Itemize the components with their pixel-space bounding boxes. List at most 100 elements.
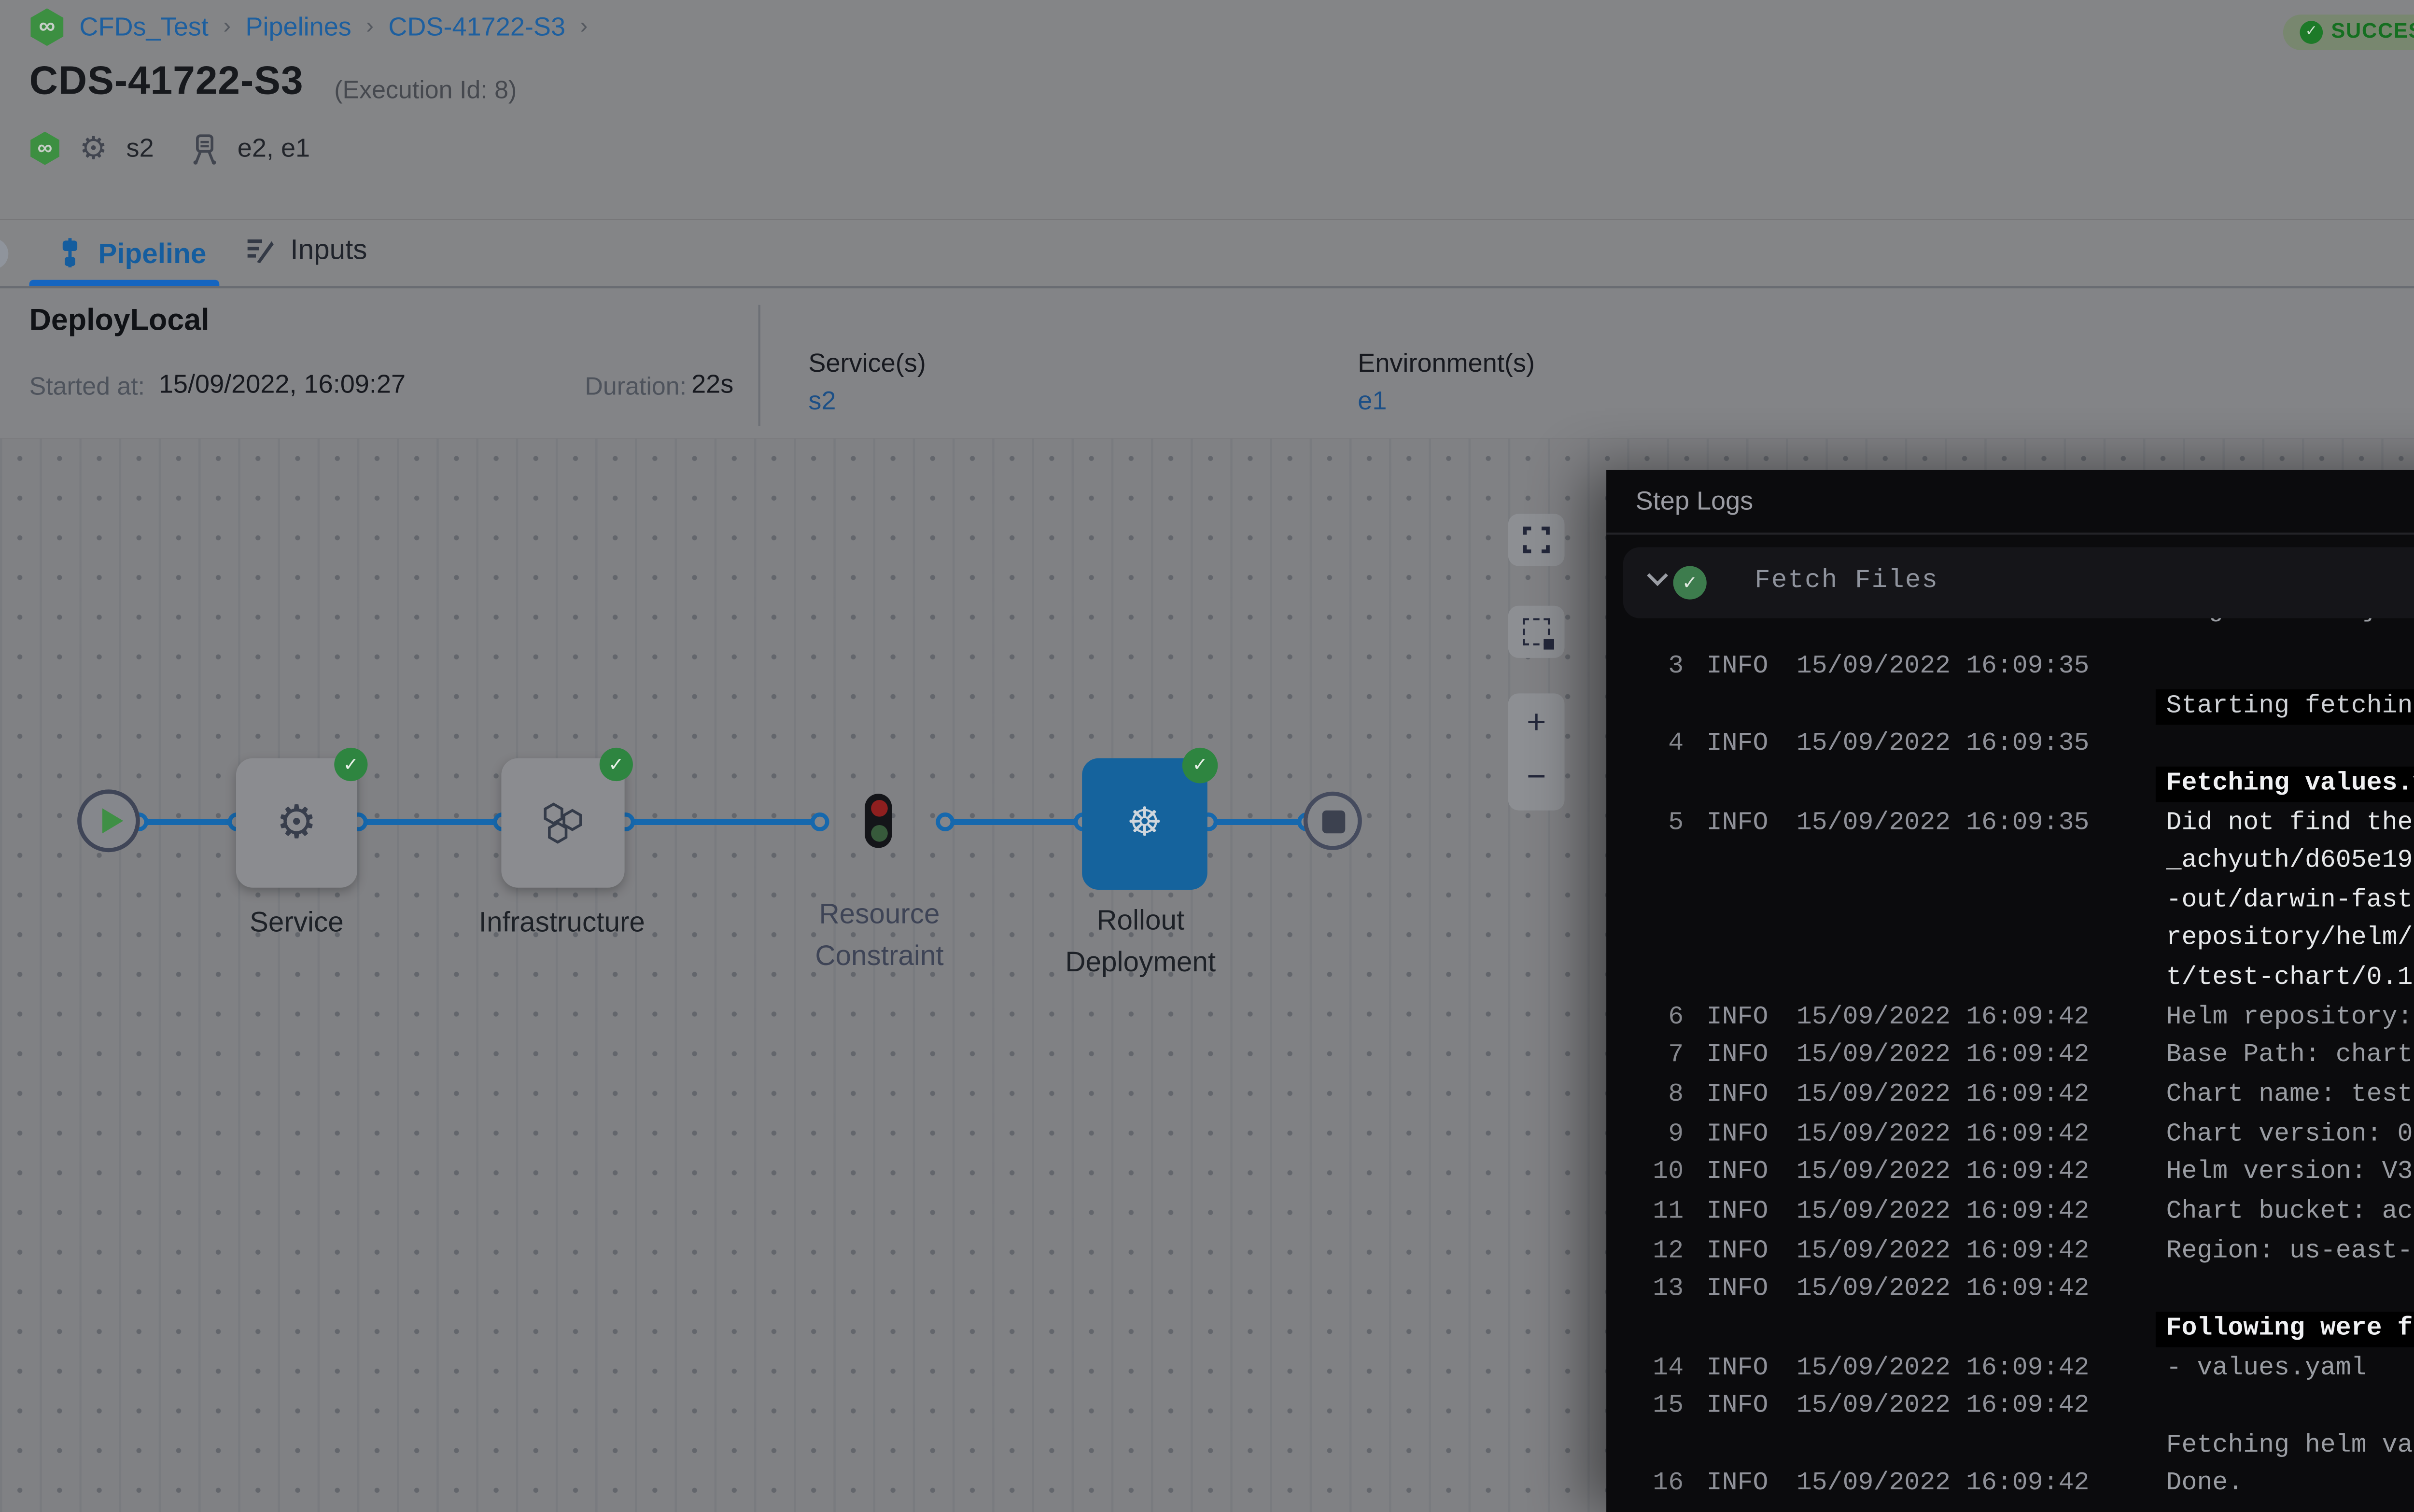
- service-gear-icon: ⚙: [79, 133, 107, 164]
- start-node[interactable]: [77, 789, 140, 852]
- chevron-right-icon: ›: [223, 14, 231, 40]
- resource-constraint-node[interactable]: [865, 794, 892, 848]
- divider: [758, 305, 760, 426]
- graph-port: [936, 812, 954, 831]
- selection-mode-button[interactable]: [1508, 606, 1565, 658]
- fit-to-screen-button[interactable]: [1508, 514, 1565, 566]
- environment-icon: [189, 133, 219, 164]
- started-value: 15/09/2022, 16:09:27: [159, 370, 406, 399]
- graph-edge: [944, 819, 1082, 825]
- chevron-down-icon[interactable]: [1646, 572, 1669, 587]
- step-logs-panel: Step Logs Console View in go1.17.10 } ✓ …: [1606, 470, 2414, 1512]
- node-label: Service: [192, 902, 401, 943]
- log-row: 12INFO15/09/2022 16:09:42Region: us-east…: [1606, 1233, 2414, 1273]
- tab-pipeline[interactable]: Pipeline: [56, 234, 206, 272]
- tab-bar: Pipeline Inputs Console View: [0, 219, 2414, 288]
- step-logs-header: Step Logs Console View: [1606, 470, 2414, 534]
- red-light-icon: [870, 800, 887, 817]
- log-row: 9INFO15/09/2022 16:09:42Chart version: 0…: [1606, 1117, 2414, 1156]
- node-label: Resource Constraint: [765, 894, 995, 976]
- breadcrumb-project[interactable]: CFDs_Test: [79, 13, 209, 42]
- step-logs-title: Step Logs: [1636, 487, 1754, 516]
- breadcrumb-pipelines[interactable]: Pipelines: [245, 13, 351, 42]
- success-check-icon: ✓: [334, 748, 367, 781]
- play-icon: [101, 808, 122, 833]
- execution-topbar-right: ✓ SUCCESS Start time 15/09/2022 16:09:26…: [2283, 6, 2414, 58]
- log-row: 16INFO15/09/2022 16:09:42Done.: [1606, 1467, 2414, 1506]
- stage-name: DeployLocal: [29, 305, 210, 338]
- harness-logo-icon: ∞: [29, 8, 65, 46]
- execution-id: (Execution Id: 8): [334, 75, 517, 105]
- execution-page: ∞ CFDs_Test › Pipelines › CDS-41722-S3 ›…: [0, 0, 2414, 1512]
- helm-icon: ☸: [1127, 800, 1163, 848]
- log-row: repository/helm/source/93602db7-89f2-317…: [1606, 922, 2414, 961]
- log-row: 13INFO15/09/2022 16:09:42: [1606, 1273, 2414, 1312]
- log-row: Fetching helm values completed successfu…: [1606, 1428, 2414, 1468]
- log-row: 3INFO15/09/2022 16:09:35: [1606, 650, 2414, 689]
- zoom-controls: + −: [1508, 693, 1565, 810]
- end-node[interactable]: [1304, 792, 1362, 850]
- graph-edge: [1207, 819, 1305, 825]
- log-row: t/test-chart/0.1.0: [1606, 961, 2414, 1000]
- environment-tag[interactable]: e2, e1: [238, 134, 310, 163]
- log-rows: 3INFO15/09/2022 16:09:35Starting fetchin…: [1606, 650, 2414, 1512]
- log-row: 8INFO15/09/2022 16:09:42Chart name: test…: [1606, 1078, 2414, 1117]
- log-row: Starting fetching Helm values: [1606, 688, 2414, 728]
- step-accordion-row[interactable]: ✓ Fetch Files ↑ ↓ 9s: [1623, 547, 2414, 618]
- chevron-right-icon: ›: [580, 14, 588, 40]
- harness-logo-icon: ∞: [29, 132, 61, 165]
- log-row: 5INFO15/09/2022 16:09:35Did not find the…: [1606, 805, 2414, 844]
- graph-edge: [357, 819, 502, 825]
- stage-summary-bar: DeployLocal Started at: 15/09/2022, 16:0…: [0, 288, 2414, 439]
- step-name: Fetch Files: [1754, 566, 1938, 595]
- breadcrumb-pipeline-name[interactable]: CDS-41722-S3: [388, 13, 565, 42]
- success-check-icon: ✓: [600, 748, 633, 781]
- log-row: 7INFO15/09/2022 16:09:42Base Path: chart…: [1606, 1039, 2414, 1078]
- dashed-selection-icon: [1523, 618, 1550, 645]
- duration-label: Duration:: [585, 372, 687, 401]
- fullscreen-icon: [1523, 526, 1550, 553]
- node-label: Infrastructure: [426, 902, 698, 943]
- graph-edge: [625, 819, 819, 825]
- log-row: 15INFO15/09/2022 16:09:42: [1606, 1389, 2414, 1428]
- status-badge: ✓ SUCCESS: [2283, 14, 2414, 50]
- log-row: 10INFO15/09/2022 16:09:42Helm version: V…: [1606, 1156, 2414, 1195]
- execution-meta: ∞ ⚙ s2 e2, e1: [29, 132, 310, 165]
- environments-link[interactable]: e1: [1358, 386, 1387, 416]
- log-row: 11INFO15/09/2022 16:09:42Chart bucket: a…: [1606, 1195, 2414, 1234]
- graph-edge: [138, 819, 236, 825]
- success-check-icon: ✓: [1182, 748, 1218, 784]
- environments-label: Environment(s): [1358, 349, 1535, 378]
- log-row: Following were fetched successfully :: [1606, 1312, 2414, 1351]
- check-circle-icon: ✓: [2300, 21, 2323, 44]
- green-light-icon: [870, 824, 887, 841]
- hexagons-icon: [538, 800, 588, 846]
- chevron-right-icon: ›: [366, 14, 374, 40]
- log-row: _achyuth/d605e19b46448ceaacb01fb4c19633a…: [1606, 844, 2414, 883]
- console-view-toggle[interactable]: [0, 238, 8, 269]
- node-label: Rollout Deployment: [1025, 900, 1255, 982]
- services-link[interactable]: s2: [808, 386, 836, 416]
- zoom-out-button[interactable]: −: [1527, 752, 1546, 806]
- service-tag[interactable]: s2: [126, 134, 154, 163]
- service-node[interactable]: ⚙: [236, 758, 357, 888]
- log-row: -out/darwin-fastbuild/bin/260-delegate/e…: [1606, 883, 2414, 922]
- log-row: 6INFO15/09/2022 16:09:42Helm repository:…: [1606, 1000, 2414, 1039]
- stop-icon: [1321, 810, 1345, 833]
- top-header: ∞ CFDs_Test › Pipelines › CDS-41722-S3 ›…: [0, 0, 2414, 219]
- gear-icon: ⚙: [276, 796, 317, 850]
- breadcrumb: ∞ CFDs_Test › Pipelines › CDS-41722-S3 ›: [29, 8, 588, 46]
- duration-value: 22s: [691, 370, 733, 399]
- step-success-icon: ✓: [1673, 566, 1707, 599]
- services-label: Service(s): [808, 349, 926, 378]
- log-row: 14INFO15/09/2022 16:09:42- values.yaml: [1606, 1350, 2414, 1389]
- started-label: Started at:: [29, 372, 145, 401]
- tab-inputs[interactable]: Inputs: [244, 234, 367, 266]
- inputs-icon: [244, 234, 276, 266]
- pipeline-icon: [56, 234, 84, 272]
- log-row: 4INFO15/09/2022 16:09:35: [1606, 728, 2414, 767]
- zoom-in-button[interactable]: +: [1527, 698, 1546, 752]
- active-tab-indicator: [29, 280, 220, 286]
- graph-port: [811, 812, 829, 831]
- page-title: CDS-41722-S3: [29, 60, 304, 106]
